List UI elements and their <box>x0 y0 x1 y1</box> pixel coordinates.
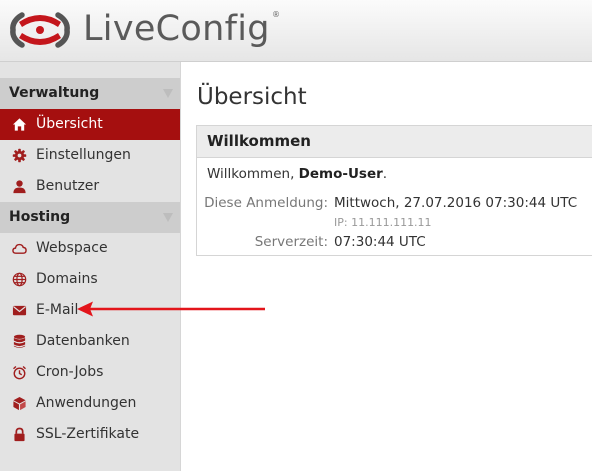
sidebar-item-einstellungen[interactable]: Einstellungen <box>0 140 180 171</box>
section-title: Verwaltung <box>9 85 100 101</box>
database-icon <box>13 334 26 348</box>
panel-title: Willkommen <box>197 126 592 158</box>
registered-mark: ® <box>272 10 280 19</box>
sidebar-item-benutzer[interactable]: Benutzer <box>0 171 180 202</box>
sidebar-item-label: Benutzer <box>36 178 100 194</box>
home-icon <box>12 118 27 131</box>
sidebar-item-uebersicht[interactable]: Übersicht <box>0 109 180 140</box>
sidebar-item-webspace[interactable]: Webspace <box>0 233 180 264</box>
envelope-icon <box>12 305 27 316</box>
sidebar-item-cron-jobs[interactable]: Cron-Jobs <box>0 357 180 388</box>
welcome-panel: Willkommen Willkommen, Demo-User. Diese … <box>196 125 592 256</box>
collapse-caret-icon[interactable] <box>163 89 173 98</box>
lock-icon <box>14 427 25 442</box>
user-name: Demo-User <box>298 166 383 182</box>
collapse-caret-icon[interactable] <box>163 213 173 222</box>
sidebar-item-domains[interactable]: Domains <box>0 264 180 295</box>
greeting-suffix: . <box>382 166 388 182</box>
app-header: LiveConfig ® <box>0 0 592 62</box>
sidebar-item-label: Übersicht <box>36 116 103 132</box>
last-login-value: Mittwoch, 27.07.2016 07:30:44 UTC <box>334 195 578 211</box>
sidebar-item-label: Domains <box>36 271 98 287</box>
sidebar-item-label: Datenbanken <box>36 333 130 349</box>
greeting-prefix: Willkommen, <box>207 166 299 182</box>
section-hosting[interactable]: Hosting <box>0 202 180 233</box>
sidebar-item-label: Einstellungen <box>36 147 131 163</box>
section-title: Hosting <box>9 209 71 225</box>
sidebar-item-ssl-zertifikate[interactable]: SSL-Zertifikate <box>0 419 180 450</box>
section-verwaltung[interactable]: Verwaltung <box>0 78 180 109</box>
liveconfig-logo-icon[interactable] <box>9 8 71 52</box>
brand-name: LiveConfig <box>83 9 270 49</box>
welcome-message: Willkommen, Demo-User. <box>207 166 387 182</box>
annotation-arrow-icon <box>77 301 265 317</box>
page-title: Übersicht <box>197 84 307 110</box>
login-ip: IP: 11.111.111.11 <box>334 216 432 229</box>
server-time-label: Serverzeit: <box>254 234 328 250</box>
sidebar-item-label: Webspace <box>36 240 108 256</box>
cube-icon <box>13 396 26 411</box>
sidebar: Verwaltung Übersicht Einstellungen Benut… <box>0 62 181 471</box>
server-time-value: 07:30:44 UTC <box>334 234 426 250</box>
user-icon <box>13 180 26 194</box>
globe-icon <box>12 272 27 287</box>
sidebar-item-label: Anwendungen <box>36 395 137 411</box>
sidebar-item-label: Cron-Jobs <box>36 364 104 380</box>
gear-icon <box>12 148 27 163</box>
last-login-label: Diese Anmeldung: <box>204 195 328 211</box>
sidebar-item-anwendungen[interactable]: Anwendungen <box>0 388 180 419</box>
sidebar-item-datenbanken[interactable]: Datenbanken <box>0 326 180 357</box>
alarm-clock-icon <box>13 365 26 380</box>
cloud-icon <box>12 243 27 254</box>
sidebar-item-label: SSL-Zertifikate <box>36 426 140 442</box>
